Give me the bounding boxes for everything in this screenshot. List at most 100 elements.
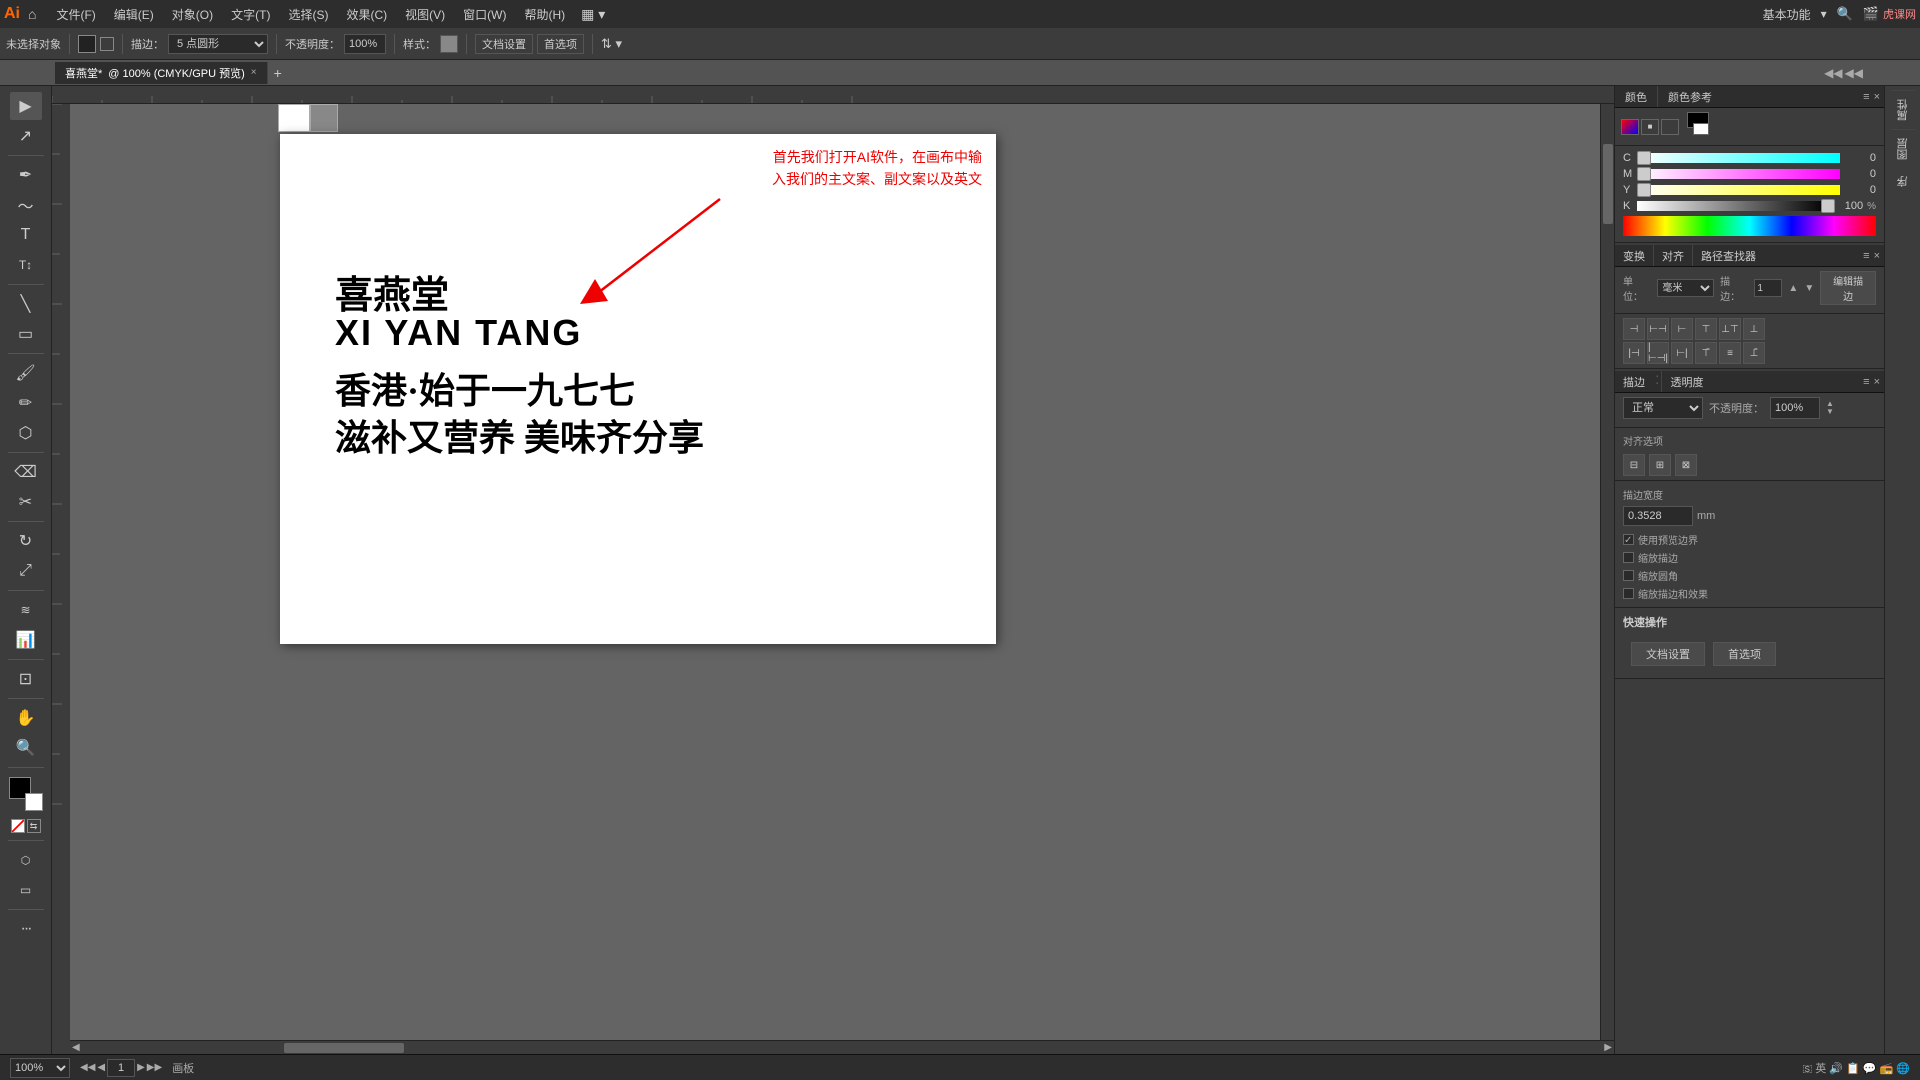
paintbrush-tool[interactable]: 🖌 bbox=[10, 359, 42, 387]
pencil-tool[interactable]: ✏ bbox=[10, 389, 42, 417]
color-ref-tab[interactable]: 颜色参考 bbox=[1658, 86, 1722, 107]
home-icon[interactable]: ⌂ bbox=[28, 6, 36, 22]
scale-effect-checkbox[interactable] bbox=[1623, 588, 1634, 599]
align-right-icon[interactable]: ⊢ bbox=[1671, 318, 1693, 340]
active-tab[interactable]: 喜燕堂* @ 100% (CMYK/GPU 预览) × bbox=[55, 62, 268, 84]
dist-top-icon[interactable]: ⊤̄ bbox=[1695, 342, 1717, 364]
eraser-tool[interactable]: ⌫ bbox=[10, 458, 42, 486]
pathfinder-tab[interactable]: 路径查找器 bbox=[1692, 245, 1764, 266]
more-tools[interactable]: ··· bbox=[10, 915, 42, 943]
last-page-btn[interactable]: ▶▶ bbox=[147, 1062, 162, 1073]
first-page-btn[interactable]: ◀◀ bbox=[80, 1062, 95, 1073]
panel-collapse-left[interactable]: ◀◀ bbox=[1824, 66, 1842, 80]
scale-stroke-checkbox[interactable] bbox=[1623, 552, 1634, 563]
menu-help[interactable]: 帮助(H) bbox=[516, 4, 573, 25]
new-tab-btn[interactable]: + bbox=[274, 65, 282, 81]
color-spectrum[interactable] bbox=[1623, 216, 1876, 236]
preview-bounds-checkbox[interactable]: ✓ bbox=[1623, 534, 1634, 545]
artboard-tool[interactable]: ⊡ bbox=[10, 665, 42, 693]
align-center-v-icon[interactable]: ⊥⊤ bbox=[1719, 318, 1741, 340]
fill-swatch[interactable] bbox=[78, 35, 96, 53]
y-slider[interactable] bbox=[1637, 185, 1840, 195]
panel-collapse-right[interactable]: ◀◀ bbox=[1845, 66, 1863, 80]
next-page-btn[interactable]: ▶ bbox=[137, 1062, 145, 1073]
edit-stroke-btn[interactable]: 编辑描边 bbox=[1820, 271, 1876, 305]
align-left-icon[interactable]: ⊣ bbox=[1623, 318, 1645, 340]
first-option-btn[interactable]: 首选项 bbox=[537, 34, 584, 54]
draw-mode-icon[interactable]: ⬡ bbox=[10, 846, 42, 874]
arrange-icon[interactable]: ⇅ ▾ bbox=[601, 36, 622, 52]
rotate-tool[interactable]: ↻ bbox=[10, 527, 42, 555]
graph-tool[interactable]: 📊 bbox=[10, 626, 42, 654]
stroke-color[interactable] bbox=[25, 793, 43, 811]
align-bottom-icon[interactable]: ⊥ bbox=[1743, 318, 1765, 340]
dist-center-v-icon[interactable]: ≡ bbox=[1719, 342, 1741, 364]
zoom-tool[interactable]: 🔍 bbox=[10, 734, 42, 762]
transform-panel-menu[interactable]: ≡ bbox=[1863, 250, 1869, 262]
color-swatches[interactable] bbox=[9, 777, 43, 811]
white-swatch[interactable] bbox=[278, 104, 310, 132]
blend-mode-select[interactable]: 正常 bbox=[1623, 397, 1703, 419]
stroke-swatch[interactable] bbox=[100, 37, 114, 51]
decrease-btn[interactable]: ▼ bbox=[1804, 283, 1814, 294]
touch-type-tool[interactable]: T↕ bbox=[10, 251, 42, 279]
menu-select[interactable]: 选择(S) bbox=[280, 4, 336, 25]
menu-window[interactable]: 窗口(W) bbox=[455, 4, 514, 25]
stroke-width-value[interactable] bbox=[1623, 506, 1693, 526]
bg-swatch[interactable] bbox=[1693, 123, 1709, 135]
dist-bottom-icon[interactable]: ⊥̄ bbox=[1743, 342, 1765, 364]
screen-mode-icon[interactable]: ▭ bbox=[10, 876, 42, 904]
workspace-label[interactable]: 基本功能 bbox=[1763, 6, 1811, 23]
zoom-select[interactable]: 100% bbox=[10, 1058, 70, 1078]
layers-tab[interactable]: 图层 bbox=[1891, 129, 1915, 168]
menu-edit[interactable]: 编辑(E) bbox=[106, 4, 162, 25]
type-tool[interactable]: T bbox=[10, 221, 42, 249]
transform-tab[interactable]: 变换 bbox=[1615, 245, 1653, 266]
align-top-icon[interactable]: ⊤ bbox=[1695, 318, 1717, 340]
menu-file[interactable]: 文件(F) bbox=[48, 4, 103, 25]
stroke-type-select[interactable]: 5 点圆形 bbox=[168, 34, 268, 54]
align-to-3[interactable]: ⊠ bbox=[1675, 454, 1697, 476]
grey-swatch[interactable] bbox=[310, 104, 338, 132]
menu-object[interactable]: 对象(O) bbox=[164, 4, 221, 25]
style-swatch[interactable] bbox=[440, 35, 458, 53]
align-to-1[interactable]: ⊟ bbox=[1623, 454, 1645, 476]
trans-tab[interactable]: 透明度 bbox=[1661, 371, 1711, 392]
page-input[interactable] bbox=[107, 1059, 135, 1077]
hand-tool[interactable]: ✋ bbox=[10, 704, 42, 732]
prev-page-btn[interactable]: ◀ bbox=[97, 1062, 105, 1073]
direct-select-tool[interactable]: ↗ bbox=[10, 122, 42, 150]
m-slider[interactable] bbox=[1637, 169, 1840, 179]
tab-close-icon[interactable]: × bbox=[251, 67, 257, 78]
horizontal-scrollbar[interactable]: ◀ ▶ bbox=[70, 1040, 1614, 1054]
line-tool[interactable]: ╲ bbox=[10, 290, 42, 318]
none-swatch[interactable] bbox=[11, 819, 25, 833]
warp-tool[interactable]: ≋ bbox=[10, 596, 42, 624]
color-tab[interactable]: 颜色 bbox=[1615, 86, 1658, 107]
selection-tool[interactable]: ▶ bbox=[10, 92, 42, 120]
adobe-stock[interactable]: 🎬 虎课网 bbox=[1863, 6, 1916, 22]
color-mode-solid-icon[interactable]: ■ bbox=[1641, 119, 1659, 135]
scroll-right-btn[interactable]: ▶ bbox=[1604, 1042, 1612, 1053]
rect-tool[interactable]: ▭ bbox=[10, 320, 42, 348]
stroke-width-input[interactable] bbox=[1754, 279, 1782, 297]
increase-btn[interactable]: ▲ bbox=[1788, 283, 1798, 294]
align-tab[interactable]: 对齐 bbox=[1653, 245, 1692, 266]
scissors-tool[interactable]: ✂ bbox=[10, 488, 42, 516]
properties-tab[interactable]: 属性 bbox=[1891, 90, 1915, 129]
scroll-thumb-h[interactable] bbox=[284, 1043, 404, 1053]
curvature-tool[interactable]: 〜 bbox=[10, 191, 42, 219]
menu-type[interactable]: 文字(T) bbox=[223, 4, 278, 25]
doc-settings-btn[interactable]: 文档设置 bbox=[475, 34, 533, 54]
stroke-trans-close[interactable]: × bbox=[1874, 376, 1880, 388]
opacity-down-arrow[interactable]: ▼ bbox=[1826, 408, 1834, 416]
align-to-2[interactable]: ⊞ bbox=[1649, 454, 1671, 476]
scale-corner-checkbox[interactable] bbox=[1623, 570, 1634, 581]
opacity-trans-input[interactable] bbox=[1770, 397, 1820, 419]
transform-panel-close[interactable]: × bbox=[1874, 250, 1880, 262]
color-mode-gradient-icon[interactable] bbox=[1621, 119, 1639, 135]
vertical-scrollbar[interactable] bbox=[1600, 104, 1614, 1040]
scroll-left-btn[interactable]: ◀ bbox=[72, 1042, 80, 1053]
quick-doc-settings-btn[interactable]: 文档设置 bbox=[1631, 642, 1705, 666]
align-center-h-icon[interactable]: ⊢⊣ bbox=[1647, 318, 1669, 340]
